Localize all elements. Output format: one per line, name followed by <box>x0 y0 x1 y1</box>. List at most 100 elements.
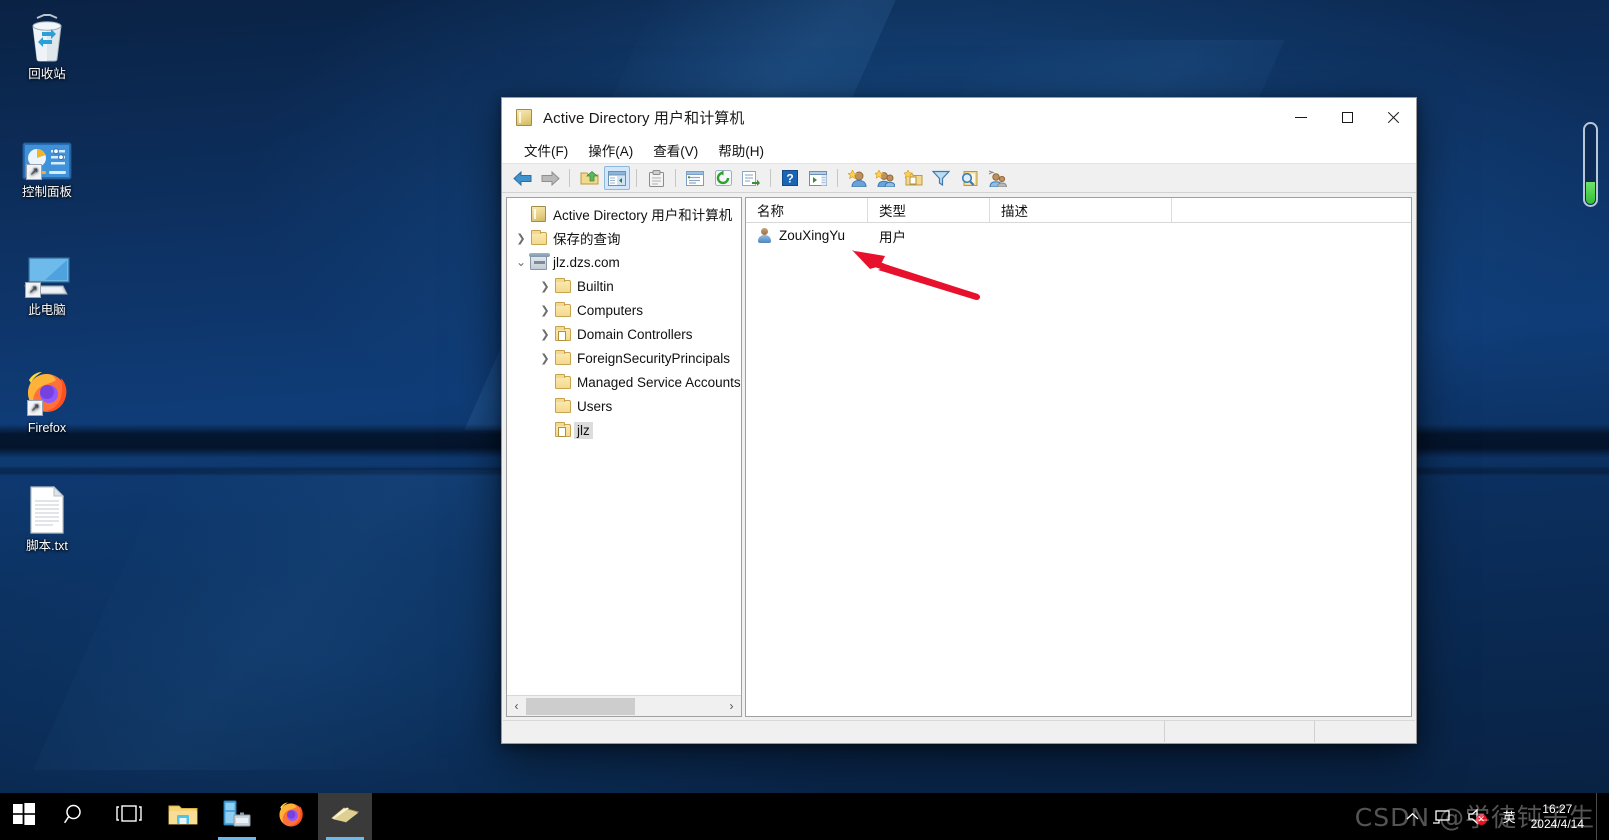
chevron-up-icon <box>1406 812 1419 820</box>
tree-node-builtin[interactable]: ❯ Builtin <box>507 274 741 298</box>
firefox-button[interactable] <box>264 793 318 840</box>
tree-node-foreign-security-principals[interactable]: ❯ ForeignSecurityPrincipals <box>507 346 741 370</box>
new-user-icon[interactable] <box>844 166 870 190</box>
menu-file[interactable]: 文件(F) <box>514 137 578 163</box>
chevron-down-icon[interactable]: ⌄ <box>513 255 529 269</box>
tree-node-domain[interactable]: ⌄ jlz.dzs.com <box>507 250 741 274</box>
filter-icon[interactable] <box>928 166 954 190</box>
close-button[interactable] <box>1370 98 1416 137</box>
refresh-icon[interactable] <box>710 166 736 190</box>
clock-date: 2024/4/14 <box>1530 816 1584 831</box>
status-bar <box>503 720 1415 742</box>
folder-icon <box>553 277 572 293</box>
tree-node-saved-queries[interactable]: ❯ 保存的查询 <box>507 226 741 250</box>
new-group-icon[interactable] <box>872 166 898 190</box>
window-titlebar[interactable]: Active Directory 用户和计算机 <box>502 98 1416 137</box>
column-header-type[interactable]: 类型 <box>868 198 990 222</box>
table-row[interactable]: ZouXingYu 用户 <box>746 223 1411 248</box>
text-file-icon <box>2 484 92 534</box>
scrollbar-track[interactable] <box>526 696 722 717</box>
tree-node-domain-controllers[interactable]: ❯ Domain Controllers <box>507 322 741 346</box>
tree-node-users[interactable]: Users <box>507 394 741 418</box>
mmc-console-icon <box>516 109 532 126</box>
desktop-icon-recycle-bin[interactable]: 回收站 <box>2 12 92 82</box>
console-tree[interactable]: Active Directory 用户和计算机 ❯ 保存的查询 ⌄ jlz.dz… <box>507 198 741 695</box>
help-icon[interactable]: ? <box>777 166 803 190</box>
svg-text:?: ? <box>786 172 793 186</box>
new-ou-icon[interactable] <box>900 166 926 190</box>
menu-action[interactable]: 操作(A) <box>578 137 643 163</box>
taskbar[interactable]: ✕ 英 16:27 2024/4/14 <box>0 793 1609 840</box>
desktop-icon-label: 此电脑 <box>28 303 66 317</box>
menu-view[interactable]: 查看(V) <box>643 137 708 163</box>
column-header-name[interactable]: 名称 <box>746 198 868 222</box>
minimize-button[interactable] <box>1278 98 1324 137</box>
maximize-icon <box>1341 112 1353 123</box>
results-pane[interactable]: 名称 类型 描述 ZouXingYu 用户 <box>745 197 1412 717</box>
chevron-right-icon[interactable]: ❯ <box>537 304 553 317</box>
delegate-control-icon[interactable] <box>984 166 1010 190</box>
menu-bar[interactable]: 文件(F) 操作(A) 查看(V) 帮助(H) <box>502 137 1416 163</box>
forward-icon[interactable] <box>537 166 563 190</box>
desktop-icon-this-pc[interactable]: ↗ 此电脑 <box>2 248 92 318</box>
desktop-icon-script-txt[interactable]: 脚本.txt <box>2 484 92 554</box>
list-header[interactable]: 名称 类型 描述 <box>746 198 1411 223</box>
desktop-icon-control-panel[interactable]: ↗ 控制面板 <box>2 130 92 200</box>
tree-node-managed-service-accounts[interactable]: Managed Service Accounts <box>507 370 741 394</box>
console-tree-pane[interactable]: Active Directory 用户和计算机 ❯ 保存的查询 ⌄ jlz.dz… <box>506 197 742 717</box>
menu-help[interactable]: 帮助(H) <box>708 137 774 163</box>
chevron-right-icon[interactable]: ❯ <box>537 352 553 365</box>
network-icon[interactable] <box>1426 793 1460 840</box>
scroll-left-button[interactable]: ‹ <box>507 699 526 713</box>
chevron-right-icon[interactable]: ❯ <box>537 328 553 341</box>
task-view-button[interactable] <box>102 793 156 840</box>
ime-icon[interactable]: 英 <box>1496 793 1523 840</box>
properties-icon[interactable] <box>643 166 669 190</box>
system-tray[interactable]: ✕ 英 16:27 2024/4/14 <box>1399 793 1609 840</box>
maximize-button[interactable] <box>1324 98 1370 137</box>
scroll-right-button[interactable]: › <box>722 699 741 713</box>
save-icon[interactable] <box>682 166 708 190</box>
user-icon <box>757 228 772 243</box>
list-body[interactable]: ZouXingYu 用户 <box>746 223 1411 716</box>
column-header-filler <box>1172 198 1411 222</box>
chevron-right-icon[interactable]: ❯ <box>537 280 553 293</box>
search-button[interactable] <box>48 793 102 840</box>
up-one-level-icon[interactable] <box>576 166 602 190</box>
window-content: Active Directory 用户和计算机 ❯ 保存的查询 ⌄ jlz.dz… <box>502 193 1416 717</box>
server-manager-button[interactable] <box>210 793 264 840</box>
cell-type: 用户 <box>879 229 906 245</box>
chevron-right-icon[interactable]: ❯ <box>513 232 529 245</box>
folder-icon <box>553 349 572 365</box>
row-name-text: ZouXingYu <box>779 228 846 243</box>
window-title: Active Directory 用户和计算机 <box>543 110 745 127</box>
show-actions-pane-icon[interactable] <box>805 166 831 190</box>
back-icon[interactable] <box>509 166 535 190</box>
ad-users-computers-button[interactable] <box>318 793 372 840</box>
scrollbar-thumb[interactable] <box>526 697 635 715</box>
tree-horizontal-scrollbar[interactable]: ‹ › <box>507 695 741 716</box>
volume-muted-icon[interactable]: ✕ <box>1460 793 1496 840</box>
windows-logo-icon <box>13 803 35 830</box>
find-icon[interactable] <box>956 166 982 190</box>
toolbar[interactable]: ? <box>502 163 1416 193</box>
clock[interactable]: 16:27 2024/4/14 <box>1523 793 1596 840</box>
cell-name[interactable]: ZouXingYu <box>746 228 868 243</box>
tree-node-console-root[interactable]: Active Directory 用户和计算机 <box>507 202 741 226</box>
show-hide-console-tree-icon[interactable] <box>604 166 630 190</box>
column-header-description[interactable]: 描述 <box>990 198 1172 222</box>
show-hidden-icons-button[interactable] <box>1399 793 1426 840</box>
resource-meter-fill <box>1586 182 1595 204</box>
start-button[interactable] <box>0 793 48 840</box>
show-desktop-button[interactable] <box>1596 793 1605 840</box>
active-directory-window[interactable]: Active Directory 用户和计算机 文件(F) 操作(A) 查看(V… <box>501 97 1417 744</box>
shortcut-arrow-icon: ↗ <box>26 164 42 180</box>
console-root-icon <box>529 206 548 222</box>
file-explorer-button[interactable] <box>156 793 210 840</box>
firefox-icon <box>277 800 305 833</box>
tree-node-jlz[interactable]: jlz <box>507 418 741 442</box>
status-segment-b <box>1315 721 1415 742</box>
export-list-icon[interactable] <box>738 166 764 190</box>
tree-node-computers[interactable]: ❯ Computers <box>507 298 741 322</box>
desktop-icon-firefox[interactable]: ↗ Firefox <box>2 366 92 436</box>
